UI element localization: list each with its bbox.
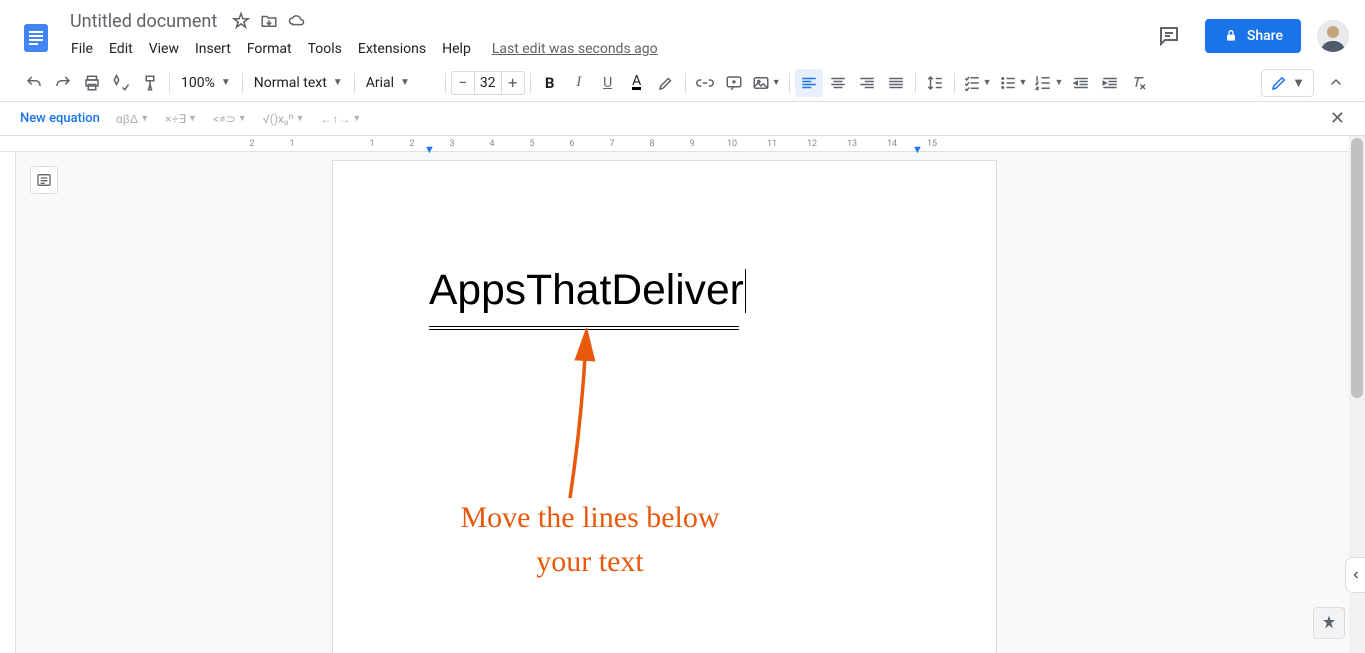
menu-format[interactable]: Format	[240, 37, 299, 61]
right-indent-marker[interactable]: ▼	[912, 143, 923, 156]
insert-image-button[interactable]: ▼	[749, 69, 784, 97]
ruler-tick: 10	[727, 139, 737, 149]
paint-format-button[interactable]	[136, 69, 164, 97]
comments-icon[interactable]	[1149, 16, 1189, 56]
relations-menu[interactable]: <≠⊃ ▼	[213, 112, 247, 126]
increase-indent-button[interactable]	[1096, 69, 1124, 97]
bulleted-list-button[interactable]: ▼	[996, 69, 1031, 97]
math-ops-menu[interactable]: √()x₀ⁿ ▼	[263, 112, 305, 126]
font-select[interactable]: Arial▼	[360, 70, 440, 96]
menu-insert[interactable]: Insert	[188, 37, 238, 61]
toolbar: 100%▼ Normal text▼ Arial▼ − 32 + B I U A…	[0, 64, 1365, 102]
numbered-list-button[interactable]: ▼	[1031, 69, 1066, 97]
menu-help[interactable]: Help	[435, 37, 478, 61]
ruler-tick: 5	[529, 139, 534, 149]
checklist-button[interactable]: ▼	[960, 69, 995, 97]
ruler-tick: 13	[847, 139, 857, 149]
double-underline	[429, 326, 739, 330]
page[interactable]: AppsThatDeliver	[332, 160, 997, 653]
ruler-tick: 3	[449, 139, 454, 149]
undo-button[interactable]	[20, 69, 48, 97]
align-right-button[interactable]	[853, 69, 881, 97]
zoom-select[interactable]: 100%▼	[175, 70, 237, 96]
ruler-tick: 12	[807, 139, 817, 149]
ruler-tick: 4	[489, 139, 494, 149]
scrollbar-thumb[interactable]	[1351, 138, 1363, 398]
mode-select[interactable]: ▼	[1261, 69, 1314, 97]
title-bar: Untitled document File Edit View Insert …	[0, 0, 1365, 64]
docs-logo[interactable]	[16, 18, 56, 58]
collapse-toolbar-button[interactable]	[1327, 74, 1345, 92]
explore-button[interactable]	[1313, 607, 1345, 639]
ruler-tick: 1	[289, 139, 294, 149]
cloud-status-icon[interactable]	[287, 11, 307, 31]
ruler-tick: 11	[767, 139, 777, 149]
italic-button[interactable]: I	[565, 69, 593, 97]
text-cursor	[745, 269, 746, 313]
font-size-increase[interactable]: +	[502, 72, 524, 94]
horizontal-ruler[interactable]: 2 1 1 2 3 4 5 6 7 8 9 10 11 12 13 14 15 …	[0, 136, 1349, 152]
left-indent-marker[interactable]: ▼	[424, 143, 435, 156]
greek-letters-menu[interactable]: αβΔ ▼	[116, 112, 149, 126]
redo-button[interactable]	[49, 69, 77, 97]
ruler-tick: 14	[887, 139, 897, 149]
ruler-tick: 6	[569, 139, 574, 149]
document-heading-text[interactable]: AppsThatDeliver	[429, 265, 744, 316]
document-canvas: 2 1 1 2 3 4 5 6 7 8 9 10 11 12 13 14 15 …	[0, 136, 1365, 653]
font-size-decrease[interactable]: −	[452, 72, 474, 94]
line-spacing-button[interactable]	[921, 69, 949, 97]
document-outline-button[interactable]	[30, 166, 58, 194]
menu-view[interactable]: View	[142, 37, 186, 61]
bold-button[interactable]: B	[536, 69, 564, 97]
ruler-tick: 7	[609, 139, 614, 149]
arrows-menu[interactable]: ←↑→ ▼	[320, 112, 361, 126]
menu-tools[interactable]: Tools	[301, 37, 349, 61]
paragraph-style-select[interactable]: Normal text▼	[248, 70, 349, 96]
ruler-tick: 8	[649, 139, 654, 149]
close-equation-bar[interactable]: ✕	[1330, 108, 1345, 129]
text-color-button[interactable]: A	[623, 69, 651, 97]
menu-file[interactable]: File	[64, 37, 100, 61]
ruler-tick: 2	[249, 139, 254, 149]
share-label: Share	[1247, 28, 1283, 44]
add-comment-button[interactable]	[720, 69, 748, 97]
ruler-tick: 9	[689, 139, 694, 149]
menu-extensions[interactable]: Extensions	[351, 37, 433, 61]
move-icon[interactable]	[259, 11, 279, 31]
account-avatar[interactable]	[1317, 20, 1349, 52]
ruler-tick: 1	[369, 139, 374, 149]
document-title[interactable]: Untitled document	[64, 9, 223, 34]
menu-bar: File Edit View Insert Format Tools Exten…	[64, 35, 1149, 63]
align-justify-button[interactable]	[882, 69, 910, 97]
font-size-value[interactable]: 32	[474, 72, 502, 94]
font-size-control: − 32 +	[451, 71, 525, 95]
menu-edit[interactable]: Edit	[102, 37, 140, 61]
ruler-tick: 15	[927, 139, 937, 149]
star-icon[interactable]	[231, 11, 251, 31]
clear-formatting-button[interactable]	[1125, 69, 1153, 97]
highlight-color-button[interactable]	[652, 69, 680, 97]
align-center-button[interactable]	[824, 69, 852, 97]
last-edit-link[interactable]: Last edit was seconds ago	[492, 41, 658, 57]
print-button[interactable]	[78, 69, 106, 97]
new-equation-button[interactable]: New equation	[20, 111, 100, 126]
spellcheck-button[interactable]	[107, 69, 135, 97]
align-left-button[interactable]	[795, 69, 823, 97]
insert-link-button[interactable]	[691, 69, 719, 97]
decrease-indent-button[interactable]	[1067, 69, 1095, 97]
operators-menu[interactable]: ×÷∃ ▼	[165, 112, 197, 126]
ruler-tick: 2	[409, 139, 414, 149]
share-button[interactable]: Share	[1205, 19, 1301, 53]
underline-button[interactable]: U	[594, 69, 622, 97]
side-panel-toggle[interactable]	[1345, 557, 1365, 593]
vertical-ruler[interactable]	[0, 136, 16, 653]
equation-toolbar: New equation αβΔ ▼ ×÷∃ ▼ <≠⊃ ▼ √()x₀ⁿ ▼ …	[0, 102, 1365, 136]
